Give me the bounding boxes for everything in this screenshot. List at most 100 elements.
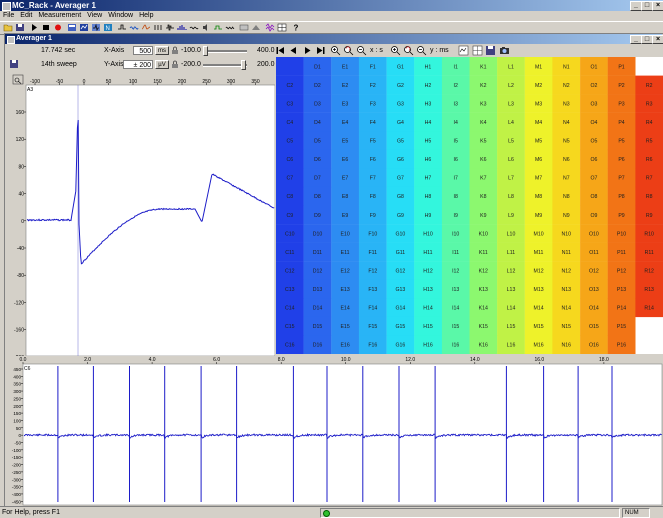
close-button[interactable]: × xyxy=(652,1,663,11)
yaxis-label: Y-Axis xyxy=(104,61,124,68)
electrode-label: E14 xyxy=(340,306,349,312)
electrode-label: E6 xyxy=(342,157,348,163)
menu-help[interactable]: Help xyxy=(136,11,156,21)
yaxis-unit-button[interactable]: µV xyxy=(155,60,169,69)
yaxis-slider-thumb[interactable] xyxy=(241,60,246,70)
electrode-label: O8 xyxy=(590,194,597,200)
electrode-label: G12 xyxy=(395,269,405,275)
trigger-icon[interactable] xyxy=(117,23,127,32)
electrode-label: I13 xyxy=(452,287,459,293)
xaxis-slider[interactable] xyxy=(203,50,247,53)
retriever-icon[interactable] xyxy=(189,23,199,32)
plot-b-area xyxy=(22,363,663,506)
xaxis-slider-thumb[interactable] xyxy=(203,46,208,56)
zoom-in-x-icon[interactable] xyxy=(330,45,341,56)
electrode-label: P7 xyxy=(618,176,624,182)
zoom-button[interactable] xyxy=(12,74,24,85)
electrode-label: N14 xyxy=(562,306,572,312)
child-close-button[interactable]: × xyxy=(652,35,663,44)
camera-icon[interactable] xyxy=(499,45,510,56)
grid-icon[interactable] xyxy=(277,23,287,32)
electrode-label: G6 xyxy=(397,157,404,163)
yaxis-lock-icon[interactable] xyxy=(171,60,179,69)
electrode-label: L9 xyxy=(508,213,514,219)
save-layout-icon[interactable] xyxy=(485,45,496,56)
save-icon[interactable] xyxy=(15,23,25,32)
multi-channel-icon[interactable] xyxy=(265,23,275,32)
digital-icon[interactable] xyxy=(213,23,223,32)
zoom-out-x-icon[interactable] xyxy=(356,45,367,56)
tool-b-icon[interactable] xyxy=(251,23,261,32)
averaged-sweep-plot[interactable]: -100 -50 0 50 100 150 200 250 300 350 160 120 80 40 0 -… xyxy=(5,74,275,356)
electrode-label: K9 xyxy=(480,213,486,219)
layout-settings-icon[interactable] xyxy=(458,45,469,56)
electrode-label: C7 xyxy=(286,176,293,182)
averager-controls: 17.742 sec 14th sweep X-Axis 500 ms -100… xyxy=(5,44,275,74)
sound-icon[interactable] xyxy=(201,23,211,32)
electrode-cell[interactable] xyxy=(276,57,304,76)
electrode-label: H3 xyxy=(425,101,432,107)
average-icon[interactable] xyxy=(141,23,151,32)
rack-wave-icon[interactable] xyxy=(225,23,235,32)
zoom-in-y-icon[interactable] xyxy=(390,45,401,56)
record-icon[interactable] xyxy=(53,23,63,32)
electrode-label: H5 xyxy=(425,139,432,145)
menu-edit[interactable]: Edit xyxy=(17,11,35,21)
stop-icon[interactable] xyxy=(41,23,51,32)
electrode-label: D9 xyxy=(314,213,321,219)
electrode-label: G5 xyxy=(397,139,404,145)
electrode-label: F9 xyxy=(370,213,376,219)
electrode-label: D16 xyxy=(313,343,323,349)
electrode-label: O10 xyxy=(589,231,599,237)
menu-window[interactable]: Window xyxy=(105,11,136,21)
save-icon[interactable] xyxy=(9,59,19,69)
filter-icon[interactable] xyxy=(129,23,139,32)
xaxis-unit-button[interactable]: ms xyxy=(155,46,169,55)
app-titlebar: MC_Rack - Averager 1 _ □ × xyxy=(0,0,663,11)
zoom-out-y-icon[interactable] xyxy=(416,45,427,56)
electrode-label: O2 xyxy=(590,83,597,89)
spectrum-icon[interactable] xyxy=(177,23,187,32)
electrode-label: E15 xyxy=(340,324,349,330)
xaxis-lock-icon[interactable] xyxy=(171,46,179,55)
yaxis-value-field[interactable]: ± 200 xyxy=(123,60,153,69)
electrode-label: C15 xyxy=(285,324,295,330)
first-page-icon[interactable] xyxy=(275,45,286,56)
electrode-label: R11 xyxy=(645,250,654,256)
menu-measurement[interactable]: Measurement xyxy=(35,11,84,21)
electrode-label: M9 xyxy=(535,213,542,219)
x-tick-label: 6.0 xyxy=(213,357,220,363)
electrode-label: C10 xyxy=(285,231,295,237)
last-page-icon[interactable] xyxy=(315,45,326,56)
electrode-label: E13 xyxy=(340,287,349,293)
zoom-reset-x-icon[interactable] xyxy=(343,45,354,56)
spike-sorter-icon[interactable] xyxy=(91,23,101,32)
help-icon[interactable]: ? xyxy=(291,23,301,33)
electrode-grid: C2 C3 C4 C5 C6 C7 C8 C9 C10 C11 C12 C13 C14 C15 C16 D1 D… xyxy=(276,57,663,354)
electrode-label: K14 xyxy=(479,306,488,312)
menu-view[interactable]: View xyxy=(84,11,105,21)
tool-a-icon[interactable] xyxy=(239,23,249,32)
rack-icon[interactable] xyxy=(67,23,77,32)
previous-page-icon[interactable] xyxy=(288,45,299,56)
continuous-trace-plot[interactable]: 0.0 2.0 4.0 6.0 8.0 10.0 12.0 14.0 16.0 18.0 450 40… xyxy=(5,356,663,506)
electrode-label: L12 xyxy=(507,269,516,275)
channel-tool-icon[interactable] xyxy=(153,23,163,32)
analyzer-icon[interactable]: N xyxy=(103,23,113,32)
x-tick-label: 16.0 xyxy=(534,357,544,363)
electrode-label: I9 xyxy=(454,213,458,219)
play-icon[interactable] xyxy=(29,23,39,32)
y-tick-label: -120 xyxy=(14,300,24,306)
app-icon xyxy=(2,2,11,11)
electrode-label: O11 xyxy=(589,250,599,256)
open-folder-icon[interactable] xyxy=(3,23,13,32)
zoom-reset-y-icon[interactable] xyxy=(403,45,414,56)
stimulus-icon[interactable] xyxy=(165,23,175,32)
channel-map-icon[interactable] xyxy=(472,45,483,56)
menu-file[interactable]: File xyxy=(0,11,17,21)
display-icon[interactable] xyxy=(79,23,89,32)
xaxis-value-field[interactable]: 500 xyxy=(133,46,153,55)
electrode-label: D15 xyxy=(313,324,323,330)
x-tick-label: 2.0 xyxy=(84,357,91,363)
next-page-icon[interactable] xyxy=(302,45,313,56)
